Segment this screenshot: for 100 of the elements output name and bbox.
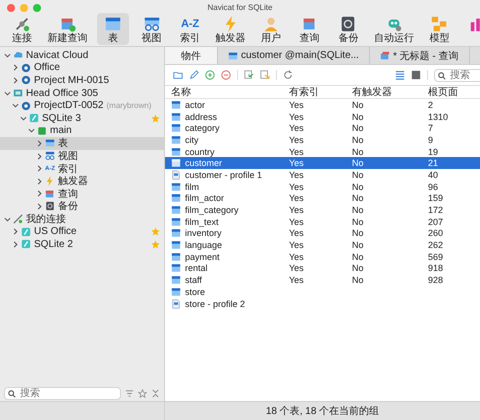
remove-icon[interactable] <box>221 70 231 80</box>
column-header[interactable]: 名称 <box>165 85 289 99</box>
tree-item[interactable]: SQLite 3 <box>0 112 164 125</box>
tree-item[interactable]: main <box>0 124 164 138</box>
toolbar-button[interactable]: 用户 <box>255 13 288 45</box>
tree-label: Head Office 305 <box>26 88 98 99</box>
table-cell-text: Yes <box>289 228 305 238</box>
tree-label: SQLite 2 <box>34 238 73 250</box>
tree-label: 备份 <box>58 200 78 214</box>
table-row[interactable]: inventory Yes No 260 <box>165 228 480 240</box>
table-cell-text: No <box>352 263 365 274</box>
tree-item[interactable]: 查询 <box>0 188 164 200</box>
document-icon <box>171 298 181 309</box>
table-cell-text: No <box>352 170 365 180</box>
table-row[interactable]: store - profile 2 <box>165 298 480 310</box>
toolbar-button[interactable]: 触发器 <box>212 13 249 45</box>
tree-item[interactable]: US Office <box>0 225 164 238</box>
tree-item[interactable]: Navicat Cloud <box>0 49 164 62</box>
import-icon[interactable] <box>244 70 254 80</box>
zoom-button[interactable] <box>33 4 41 12</box>
table-row[interactable]: country Yes No 19 <box>165 146 480 158</box>
column-header[interactable]: 有索引 <box>289 85 352 99</box>
close-button[interactable] <box>7 4 15 12</box>
add-icon[interactable] <box>205 70 215 80</box>
table-row[interactable]: film_actor Yes No 159 <box>165 192 480 204</box>
tree-item[interactable]: 表 <box>0 137 164 150</box>
pencil-icon[interactable] <box>189 70 199 80</box>
column-header[interactable]: 根页面 <box>428 85 480 99</box>
table-cell-text: 21 <box>428 158 440 168</box>
tree-label: US Office <box>34 226 77 238</box>
table-cell-text: Yes <box>289 134 305 145</box>
toolbar-button[interactable]: 新建查询 <box>44 13 91 45</box>
table-row[interactable]: rental Yes No 918 <box>165 262 480 274</box>
tab[interactable]: 物件 <box>165 47 218 64</box>
tree-item[interactable]: Project MH-0015 <box>0 74 164 87</box>
table-row[interactable]: customer Yes No 21 <box>165 157 480 170</box>
star-icon[interactable] <box>138 388 147 398</box>
table-icon <box>171 146 181 157</box>
toolbar-button[interactable]: 视图 <box>136 13 168 45</box>
toolbar-button[interactable]: 查询 <box>294 13 326 45</box>
sqlite-icon <box>21 226 31 237</box>
tree-item[interactable]: 触发器 <box>0 174 164 188</box>
column-header[interactable]: 有触发器 <box>352 85 428 99</box>
tab[interactable]: * 无标题 - 查询 <box>370 47 470 64</box>
tree-item[interactable]: 我的连接 <box>0 212 164 226</box>
table-row[interactable]: address Yes No 1310 <box>165 110 480 122</box>
table-row[interactable]: film Yes No 96 <box>165 180 480 192</box>
refresh-icon[interactable] <box>283 70 293 80</box>
toolbar-button[interactable]: 自动运行 <box>370 13 417 45</box>
tab[interactable]: customer @main(SQLite... <box>218 47 370 64</box>
search-field[interactable]: 搜索 <box>434 68 480 82</box>
table-row[interactable]: actor Yes No 2 <box>165 99 480 111</box>
folder-icon[interactable] <box>173 70 183 80</box>
table-icon <box>171 123 181 134</box>
plug-icon <box>13 214 23 224</box>
table-name: customer - profile 1 <box>185 170 262 180</box>
backup-icon <box>45 201 55 212</box>
table-row[interactable]: film_text Yes No 207 <box>165 216 480 228</box>
table-cell-text: Yes <box>289 193 305 204</box>
table-name: actor <box>185 100 206 110</box>
tree-label: 查询 <box>58 188 78 201</box>
list-view-icon[interactable] <box>395 70 405 80</box>
grid-view-icon[interactable] <box>411 70 421 80</box>
toolbar-button[interactable]: 表 <box>97 13 130 45</box>
tree-item[interactable]: 备份 <box>0 200 164 213</box>
table-row[interactable]: city Yes No 9 <box>165 134 480 146</box>
table-icon <box>171 252 181 262</box>
model-icon <box>430 15 448 33</box>
toolbar-button[interactable]: 备份 <box>332 13 364 45</box>
table-row[interactable]: store <box>165 286 480 298</box>
table-cell-text: No <box>352 193 365 204</box>
table-cell-text: 918 <box>428 263 444 274</box>
table-row[interactable]: customer - profile 1 Yes No 40 <box>165 169 480 181</box>
table-name: address <box>185 112 218 122</box>
table-cell-text: Yes <box>289 252 305 262</box>
table-row[interactable]: staff Yes No 928 <box>165 274 480 286</box>
table-name: language <box>185 240 222 250</box>
table-cell-text: No <box>352 100 365 110</box>
tree-item[interactable]: Office <box>0 62 164 74</box>
table-row[interactable]: payment Yes No 569 <box>165 250 480 263</box>
table-cell-text: No <box>352 112 365 122</box>
table-cell-text: No <box>352 205 365 216</box>
table-cell-text: Yes <box>289 100 305 110</box>
tree-item[interactable]: Head Office 305 <box>0 86 164 100</box>
export-icon[interactable] <box>260 70 270 80</box>
filter-icon[interactable] <box>125 388 134 398</box>
tree-item[interactable]: ProjectDT-0052 (marybrown) <box>0 99 164 112</box>
index-icon: A-Z <box>180 15 200 33</box>
toolbar-button[interactable]: 模型 <box>423 13 456 45</box>
table-row[interactable]: category Yes No 7 <box>165 122 480 134</box>
toolbar-button[interactable]: A-Z 索引 <box>174 13 206 45</box>
tree-item[interactable]: 视图 <box>0 150 164 162</box>
collapse-icon[interactable] <box>151 388 160 398</box>
tree-item[interactable]: SQLite 2 <box>0 238 164 250</box>
table-row[interactable]: film_category Yes No 172 <box>165 204 480 216</box>
table-icon <box>171 158 181 168</box>
search-field[interactable]: 搜索 <box>4 386 121 400</box>
table-row[interactable]: language Yes No 262 <box>165 239 480 251</box>
toolbar-button[interactable]: 连接 <box>6 13 38 45</box>
table-icon <box>171 112 181 122</box>
